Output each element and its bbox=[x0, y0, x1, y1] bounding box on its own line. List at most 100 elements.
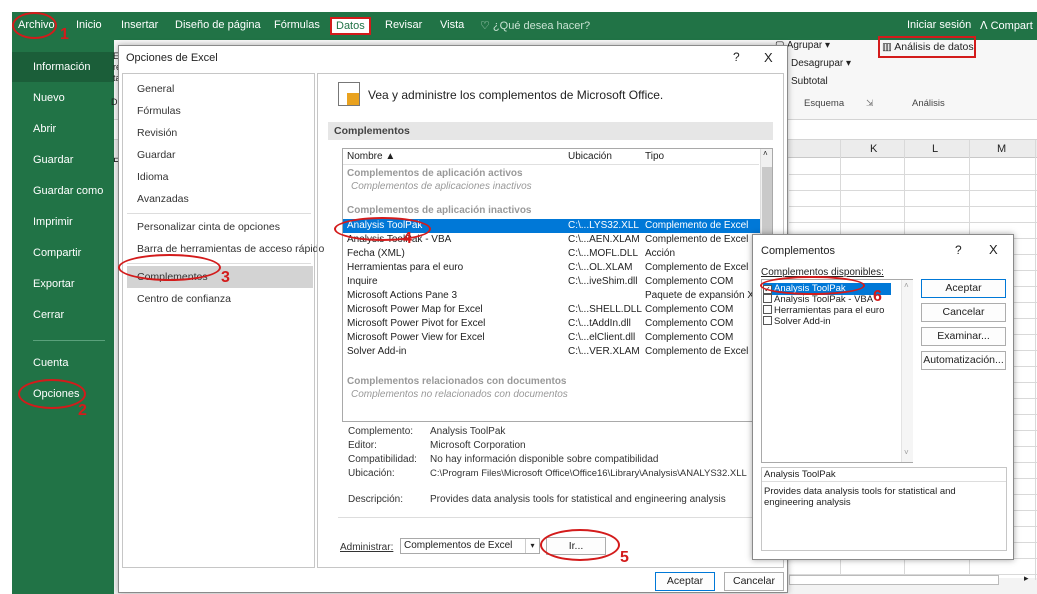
backstage-cuenta[interactable]: Cuenta bbox=[12, 348, 114, 378]
addin-type: Complemento de Excel bbox=[645, 346, 749, 357]
desagrupar-button[interactable]: Desagrupar ▾ bbox=[791, 58, 851, 69]
tab-insertar[interactable]: Insertar bbox=[121, 19, 158, 31]
nav-personalizar-cinta[interactable]: Personalizar cinta de opciones bbox=[127, 216, 313, 238]
column-nombre[interactable]: Nombre ▲ bbox=[347, 151, 395, 162]
annotation-number: 3 bbox=[221, 269, 230, 286]
person-icon: ᐱ bbox=[980, 20, 991, 32]
examinar-button[interactable]: Examinar... bbox=[921, 327, 1006, 346]
gridline bbox=[789, 174, 1037, 175]
automatizacion-button[interactable]: Automatización... bbox=[921, 351, 1006, 370]
scroll-up-icon[interactable]: ˄ bbox=[763, 149, 768, 158]
checkbox[interactable] bbox=[763, 305, 772, 314]
addin-type: Complemento COM bbox=[645, 332, 734, 343]
addin-row[interactable]: Microsoft Power View for Excel C:\...elCl… bbox=[343, 331, 771, 345]
nav-general[interactable]: General bbox=[127, 78, 313, 100]
addin-location: C:\...SHELL.DLL bbox=[568, 304, 642, 315]
checkbox[interactable] bbox=[763, 294, 772, 303]
scroll-down-icon[interactable]: ˅ bbox=[904, 448, 909, 457]
chevron-down-icon[interactable]: ▾ bbox=[525, 539, 539, 553]
share-button[interactable]: ᐱ Compart bbox=[980, 19, 1033, 32]
backstage-exportar[interactable]: Exportar bbox=[12, 269, 114, 299]
tab-revisar[interactable]: Revisar bbox=[385, 19, 422, 31]
column-tipo[interactable]: Tipo bbox=[645, 151, 664, 162]
options-nav: General Fórmulas Revisión Guardar Idioma… bbox=[122, 73, 324, 568]
backstage-cerrar[interactable]: Cerrar bbox=[12, 300, 114, 330]
addin-type: Complemento de Excel bbox=[645, 262, 749, 273]
addin-row[interactable]: Microsoft Power Map for Excel C:\...SHELL… bbox=[343, 303, 771, 317]
info-group: Analysis ToolPak Provides data analysis … bbox=[761, 467, 1007, 551]
addin-row[interactable]: Herramientas para el euro C:\...OL.XLAM Co… bbox=[343, 261, 771, 275]
close-button[interactable]: X bbox=[764, 50, 773, 65]
tab-diseno[interactable]: Diseño de página bbox=[175, 19, 261, 31]
backstage-abrir[interactable]: Abrir bbox=[12, 114, 114, 144]
scroll-right-icon[interactable]: ▸ bbox=[1024, 573, 1029, 584]
annotation-ellipse-toolpak bbox=[334, 217, 431, 241]
backstage-nuevo[interactable]: Nuevo bbox=[12, 83, 114, 113]
analisis-datos-button[interactable]: ▥ Análisis de datos bbox=[882, 41, 974, 53]
addin-checkbox-row[interactable]: Solver Add-in bbox=[763, 316, 831, 328]
addin-location: C:\...OL.XLAM bbox=[568, 262, 633, 273]
scroll-up-icon[interactable]: ˄ bbox=[904, 281, 909, 290]
footer-divider bbox=[338, 517, 773, 518]
cancelar-button[interactable]: Cancelar bbox=[724, 572, 784, 591]
column-header-k[interactable]: K bbox=[870, 143, 877, 155]
doc-addins-header: Complementos relacionados con documentos bbox=[347, 376, 567, 387]
addin-row[interactable]: Microsoft Actions Pane 3 Paquete de expan… bbox=[343, 289, 771, 303]
addin-row[interactable]: Microsoft Power Pivot for Excel C:\...tAd… bbox=[343, 317, 771, 331]
dialog-launcher-icon[interactable]: ⇲ bbox=[866, 98, 874, 109]
tab-inicio[interactable]: Inicio bbox=[76, 19, 102, 31]
nav-formulas[interactable]: Fórmulas bbox=[127, 100, 313, 122]
administrar-select[interactable]: Complementos de Excel ▾ bbox=[400, 538, 540, 554]
info-divider bbox=[762, 481, 1006, 482]
tab-datos[interactable]: Datos bbox=[330, 17, 371, 35]
section-header: Complementos bbox=[328, 122, 773, 140]
column-ubicacion[interactable]: Ubicación bbox=[568, 151, 612, 162]
signin-link[interactable]: Iniciar sesión bbox=[907, 19, 971, 31]
addin-row[interactable]: Solver Add-in C:\...VER.XLAM Complemento d… bbox=[343, 345, 771, 359]
nav-centro-confianza[interactable]: Centro de confianza bbox=[127, 288, 313, 310]
backstage-imprimir[interactable]: Imprimir bbox=[12, 207, 114, 237]
dialog2-close-button[interactable]: X bbox=[989, 242, 998, 257]
addin-row[interactable]: Fecha (XML) C:\...MOFL.DLL Acción bbox=[343, 247, 771, 261]
annotation-ellipse-checkbox bbox=[760, 276, 865, 295]
checkbox[interactable] bbox=[763, 316, 772, 325]
addins-list[interactable]: Nombre ▲ Ubicación Tipo Complementos de … bbox=[342, 148, 773, 422]
addin-type: Complemento COM bbox=[645, 318, 734, 329]
addin-name: Fecha (XML) bbox=[347, 248, 405, 259]
info-title: Analysis ToolPak bbox=[764, 469, 836, 480]
horizontal-scrollbar[interactable] bbox=[789, 575, 999, 585]
backstage-guardar-como[interactable]: Guardar como bbox=[12, 176, 114, 206]
aceptar-button[interactable]: Aceptar bbox=[655, 572, 715, 591]
nav-guardar[interactable]: Guardar bbox=[127, 144, 313, 166]
help-button[interactable]: ? bbox=[733, 50, 740, 64]
backstage-compartir[interactable]: Compartir bbox=[12, 238, 114, 268]
detail-compat-label: Compatibilidad: bbox=[348, 454, 417, 465]
nav-avanzadas[interactable]: Avanzadas bbox=[127, 188, 313, 210]
tab-vista[interactable]: Vista bbox=[440, 19, 464, 31]
backstage-informacion[interactable]: Información bbox=[12, 52, 114, 82]
gridline bbox=[789, 206, 1037, 207]
tell-me-search[interactable]: ♡ ¿Qué desea hacer? bbox=[480, 19, 590, 32]
detail-ubicacion-label: Ubicación: bbox=[348, 468, 395, 479]
backstage-guardar[interactable]: Guardar bbox=[12, 145, 114, 175]
addin-location: C:\...VER.XLAM bbox=[568, 346, 640, 357]
detail-editor: Microsoft Corporation bbox=[430, 440, 526, 451]
available-scrollbar[interactable]: ˄ ˅ bbox=[901, 280, 913, 462]
addin-name: Microsoft Power Map for Excel bbox=[347, 304, 483, 315]
backstage-divider bbox=[33, 340, 105, 341]
nav-idioma[interactable]: Idioma bbox=[127, 166, 313, 188]
agrupar-label: Agrupar bbox=[786, 40, 823, 51]
column-header-l[interactable]: L bbox=[932, 143, 938, 155]
addin-row[interactable]: Inquire C:\...iveShim.dll Complemento COM bbox=[343, 275, 771, 289]
tab-formulas[interactable]: Fórmulas bbox=[274, 19, 320, 31]
administrar-label: Administrar: bbox=[340, 542, 394, 553]
column-header-m[interactable]: M bbox=[997, 143, 1006, 155]
doc-addins-empty: Complementos no relacionados con documen… bbox=[351, 389, 568, 400]
dialog2-help-button[interactable]: ? bbox=[955, 243, 962, 257]
dialog2-aceptar-button[interactable]: Aceptar bbox=[921, 279, 1006, 298]
dialog2-cancelar-button[interactable]: Cancelar bbox=[921, 303, 1006, 322]
subtotal-button[interactable]: Subtotal bbox=[791, 76, 828, 87]
detail-complemento-label: Complemento: bbox=[348, 426, 414, 437]
addin-name: Herramientas para el euro bbox=[347, 262, 464, 273]
nav-revision[interactable]: Revisión bbox=[127, 122, 313, 144]
